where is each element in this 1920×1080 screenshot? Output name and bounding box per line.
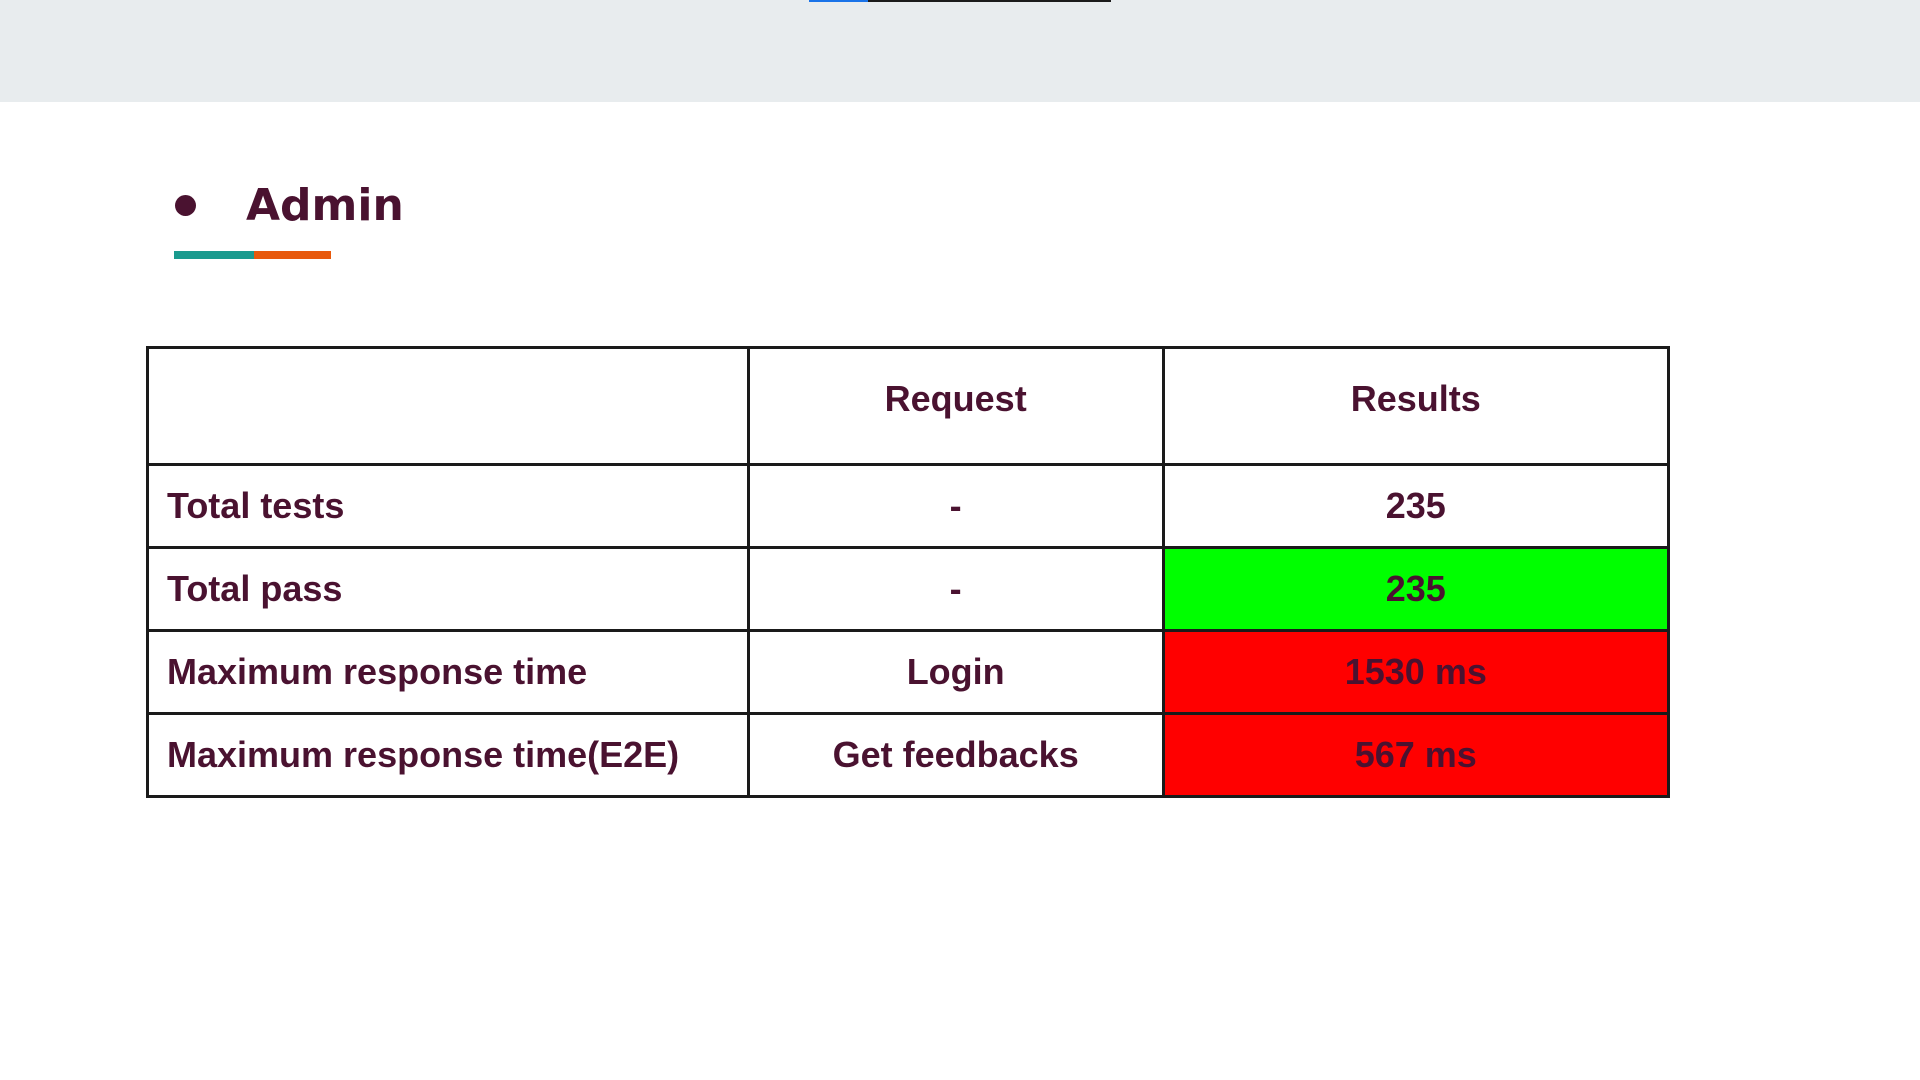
row-result: 235 (1161, 463, 1671, 549)
table-row: Maximum response time Login 1530 ms (146, 629, 1671, 715)
header-empty-cell (146, 346, 750, 466)
top-bar (0, 0, 1920, 102)
header-request: Request (746, 346, 1165, 466)
row-request: Login (746, 629, 1165, 715)
row-label: Total pass (146, 546, 750, 632)
results-table: Request Results Total tests - 235 Total … (146, 346, 1671, 798)
header-results: Results (1161, 346, 1671, 466)
heading-underline (174, 251, 331, 259)
bullet-icon (175, 194, 196, 216)
underline-orange-segment (254, 251, 331, 259)
row-label: Maximum response time(E2E) (146, 712, 750, 798)
top-progress-indicator (809, 0, 1111, 2)
row-result-fail: 1530 ms (1161, 629, 1671, 715)
table-row: Total tests - 235 (146, 463, 1671, 549)
section-heading: Admin (172, 170, 404, 240)
table-header-row: Request Results (146, 346, 1671, 466)
row-result-pass: 235 (1161, 546, 1671, 632)
table-row: Maximum response time(E2E) Get feedbacks… (146, 712, 1671, 798)
row-request: Get feedbacks (746, 712, 1165, 798)
heading-text: Admin (246, 179, 404, 231)
row-label: Total tests (146, 463, 750, 549)
underline-teal-segment (174, 251, 254, 259)
row-result-fail: 567 ms (1161, 712, 1671, 798)
table-row: Total pass - 235 (146, 546, 1671, 632)
row-request: - (746, 546, 1165, 632)
top-progress-accent (809, 0, 868, 2)
row-request: - (746, 463, 1165, 549)
row-label: Maximum response time (146, 629, 750, 715)
